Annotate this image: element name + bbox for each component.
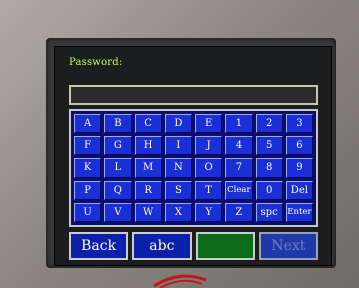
key-d[interactable]: D bbox=[164, 114, 192, 134]
key-3[interactable]: 3 bbox=[285, 114, 313, 134]
key-u[interactable]: U bbox=[74, 202, 102, 222]
key-spc[interactable]: spc bbox=[255, 202, 283, 222]
key-v[interactable]: V bbox=[104, 202, 132, 222]
key-del[interactable]: Del bbox=[285, 180, 313, 200]
key-k[interactable]: K bbox=[74, 158, 102, 178]
red-swoosh-logo-icon bbox=[153, 274, 207, 288]
key-4[interactable]: 4 bbox=[225, 136, 253, 156]
key-7[interactable]: 7 bbox=[225, 158, 253, 178]
key-5[interactable]: 5 bbox=[255, 136, 283, 156]
key-c[interactable]: C bbox=[134, 114, 162, 134]
bottom-button-bar: Back abc Next bbox=[69, 232, 318, 260]
key-p[interactable]: P bbox=[74, 180, 102, 200]
on-screen-keyboard: A B C D E 1 2 3 F G H I J 4 5 6 K L M N O 7 8 9 P Q R S T Clear 0 Del U V… bbox=[69, 109, 318, 227]
key-t[interactable]: T bbox=[195, 180, 223, 200]
key-q[interactable]: Q bbox=[104, 180, 132, 200]
key-r[interactable]: R bbox=[134, 180, 162, 200]
key-m[interactable]: M bbox=[134, 158, 162, 178]
key-f[interactable]: F bbox=[74, 136, 102, 156]
password-input[interactable] bbox=[69, 85, 318, 105]
key-g[interactable]: G bbox=[104, 136, 132, 156]
key-9[interactable]: 9 bbox=[285, 158, 313, 178]
key-clear[interactable]: Clear bbox=[225, 180, 253, 200]
key-z[interactable]: Z bbox=[225, 202, 253, 222]
key-b[interactable]: B bbox=[104, 114, 132, 134]
key-enter[interactable]: Enter bbox=[285, 202, 313, 222]
key-x[interactable]: X bbox=[164, 202, 192, 222]
key-s[interactable]: S bbox=[164, 180, 192, 200]
key-e[interactable]: E bbox=[195, 114, 223, 134]
password-prompt-label: Password: bbox=[69, 57, 123, 68]
key-6[interactable]: 6 bbox=[285, 136, 313, 156]
key-i[interactable]: I bbox=[164, 136, 192, 156]
next-button[interactable]: Next bbox=[258, 232, 318, 260]
key-j[interactable]: J bbox=[195, 136, 223, 156]
key-2[interactable]: 2 bbox=[255, 114, 283, 134]
key-o[interactable]: O bbox=[195, 158, 223, 178]
key-l[interactable]: L bbox=[104, 158, 132, 178]
key-h[interactable]: H bbox=[134, 136, 162, 156]
key-1[interactable]: 1 bbox=[225, 114, 253, 134]
key-a[interactable]: A bbox=[74, 114, 102, 134]
keyboard-mode-button[interactable]: abc bbox=[132, 232, 192, 260]
key-w[interactable]: W bbox=[134, 202, 162, 222]
key-0[interactable]: 0 bbox=[255, 180, 283, 200]
key-n[interactable]: N bbox=[164, 158, 192, 178]
blank-green-button[interactable] bbox=[195, 232, 255, 260]
back-button[interactable]: Back bbox=[69, 232, 129, 260]
key-8[interactable]: 8 bbox=[255, 158, 283, 178]
touch-screen: Password: ABCDE123 FGHIJ456 KLMNO789 PQRSTC… bbox=[54, 46, 332, 266]
key-y[interactable]: Y bbox=[195, 202, 223, 222]
